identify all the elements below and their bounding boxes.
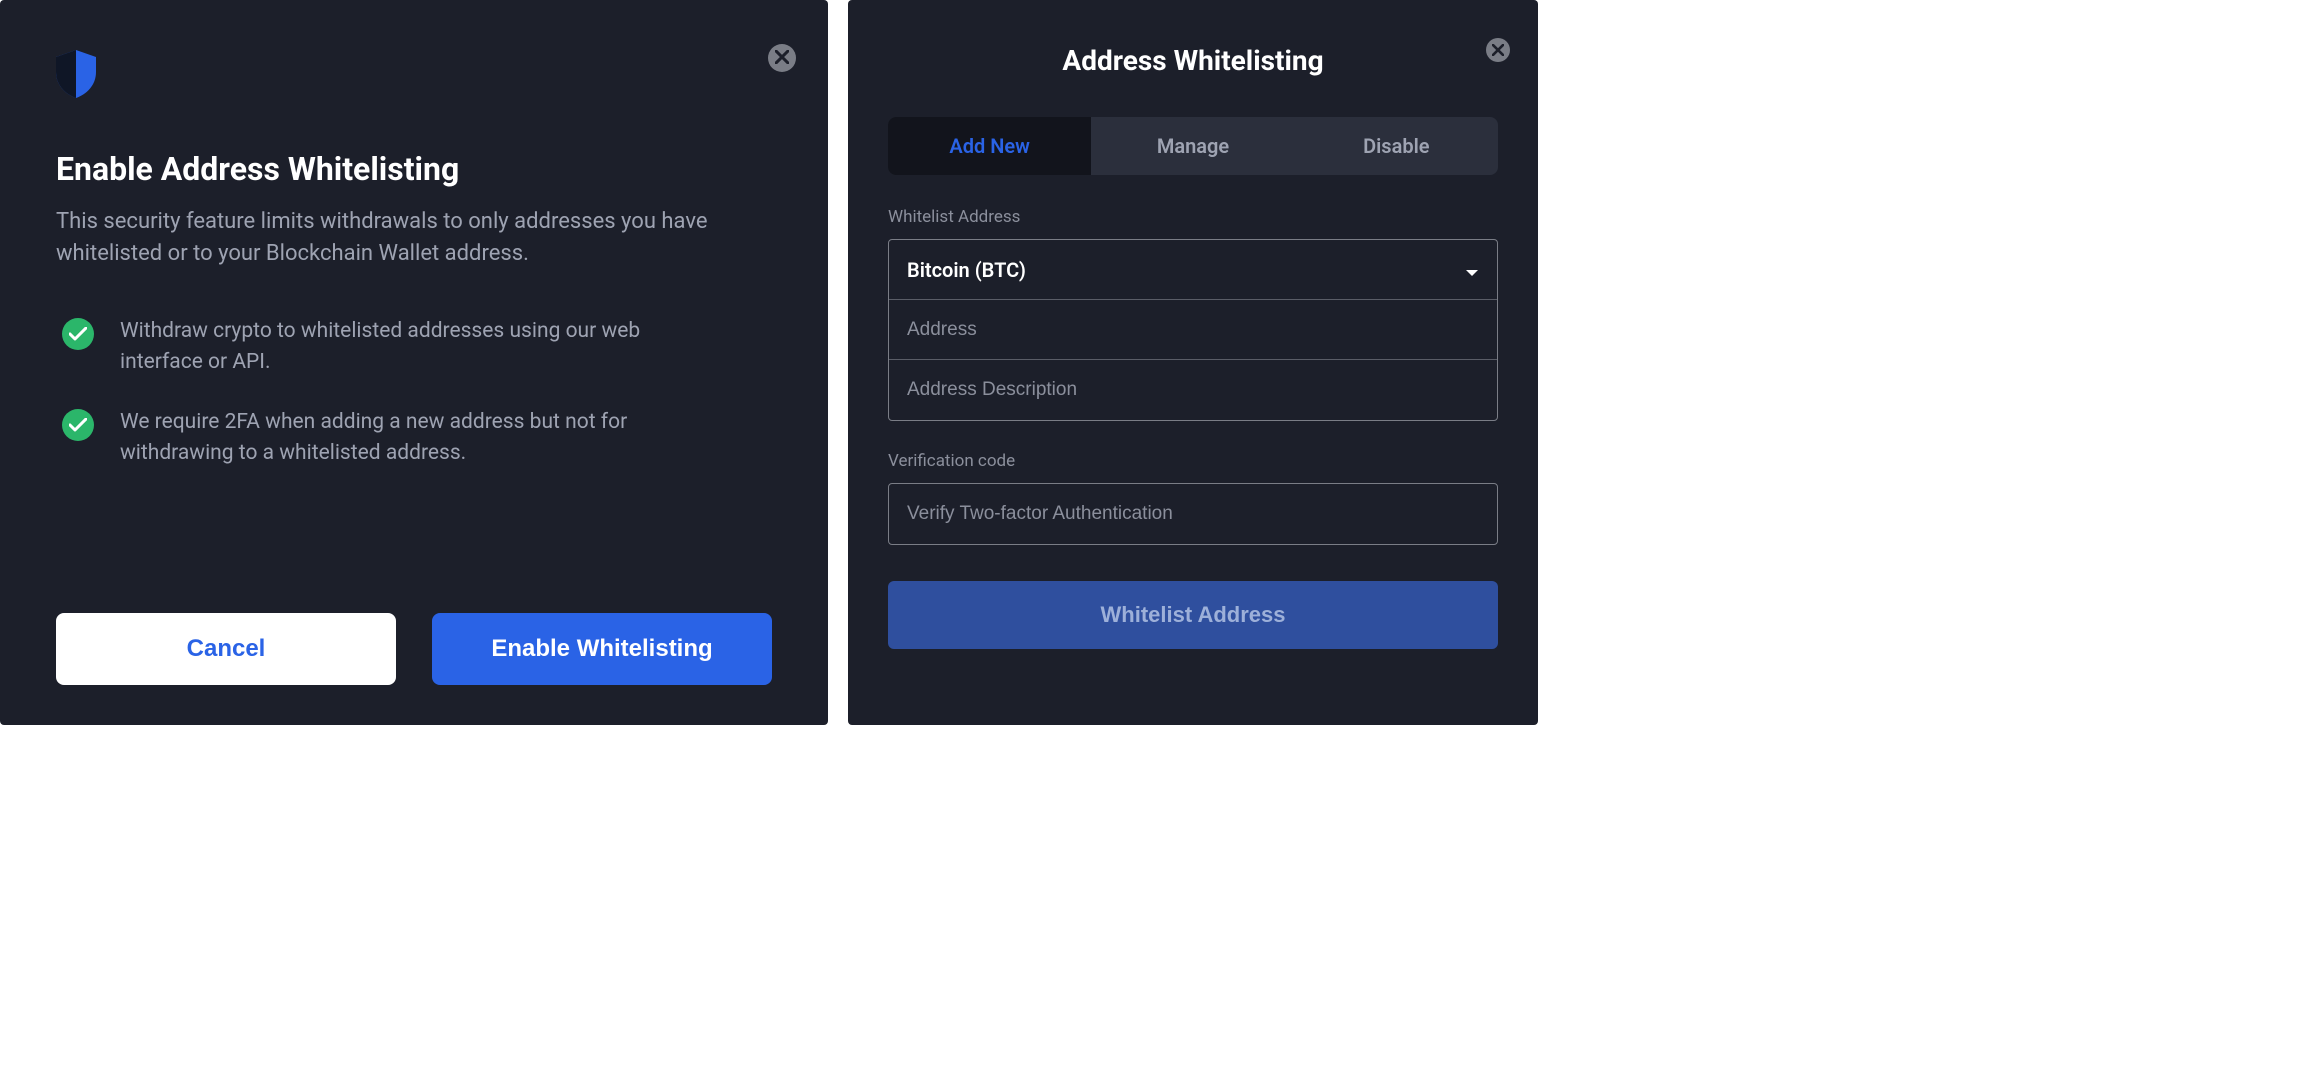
whitelist-address-button[interactable]: Whitelist Address xyxy=(888,581,1498,649)
check-icon xyxy=(62,409,94,441)
close-button[interactable] xyxy=(1486,38,1510,62)
dialog-actions: Cancel Enable Whitelisting xyxy=(56,583,772,685)
address-description-input[interactable] xyxy=(889,360,1497,420)
currency-selected-value: Bitcoin (BTC) xyxy=(907,258,1026,282)
panel-title: Address Whitelisting xyxy=(888,44,1498,77)
dialog-subtitle: This security feature limits withdrawals… xyxy=(56,206,772,270)
currency-select[interactable]: Bitcoin (BTC) xyxy=(889,240,1497,300)
close-icon xyxy=(1492,41,1504,60)
address-input[interactable] xyxy=(889,300,1497,360)
address-whitelisting-panel: Address Whitelisting Add New Manage Disa… xyxy=(848,0,1538,725)
feature-item: We require 2FA when adding a new address… xyxy=(56,407,772,470)
shield-icon xyxy=(56,50,772,102)
close-button[interactable] xyxy=(768,44,796,72)
whitelist-address-group: Bitcoin (BTC) xyxy=(888,239,1498,421)
tab-disable[interactable]: Disable xyxy=(1295,117,1498,175)
check-icon xyxy=(62,318,94,350)
enable-whitelisting-button[interactable]: Enable Whitelisting xyxy=(432,613,772,685)
cancel-button[interactable]: Cancel xyxy=(56,613,396,685)
verification-code-input[interactable] xyxy=(889,484,1497,544)
verification-group xyxy=(888,483,1498,545)
feature-item: Withdraw crypto to whitelisted addresses… xyxy=(56,316,772,379)
tab-manage[interactable]: Manage xyxy=(1091,117,1294,175)
verification-code-label: Verification code xyxy=(888,451,1498,471)
tab-add-new[interactable]: Add New xyxy=(888,117,1091,175)
whitelist-address-label: Whitelist Address xyxy=(888,207,1498,227)
feature-text: Withdraw crypto to whitelisted addresses… xyxy=(120,316,680,379)
dialog-title: Enable Address Whitelisting xyxy=(56,150,772,188)
close-icon xyxy=(775,49,789,68)
enable-whitelisting-dialog: Enable Address Whitelisting This securit… xyxy=(0,0,828,725)
feature-text: We require 2FA when adding a new address… xyxy=(120,407,680,470)
tabs: Add New Manage Disable xyxy=(888,117,1498,175)
chevron-down-icon xyxy=(1465,258,1479,282)
